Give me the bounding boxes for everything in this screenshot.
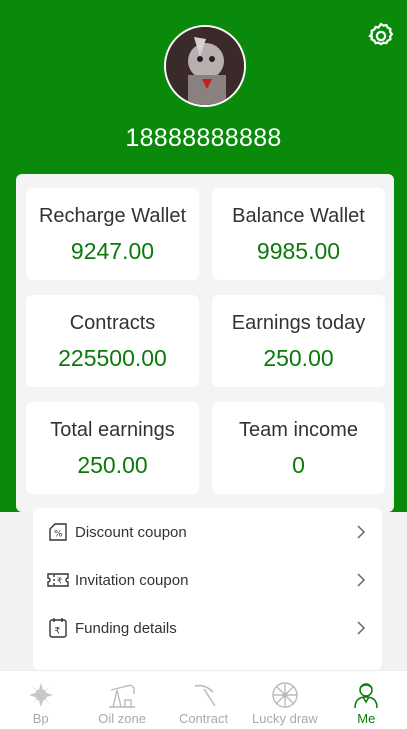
chevron-right-icon <box>357 621 366 635</box>
invitation-coupon-icon: ₹ <box>47 569 69 591</box>
menu-item-label: Funding details <box>75 619 177 637</box>
svg-text:₹: ₹ <box>55 627 61 637</box>
tab-lucky-draw[interactable]: Lucky draw <box>244 671 325 729</box>
funding-details-icon: ₹ <box>47 617 69 639</box>
wallet-panel: Recharge Wallet 9247.00 Balance Wallet 9… <box>16 174 394 512</box>
stat-label: Contracts <box>69 312 156 334</box>
bp-icon <box>26 681 56 709</box>
tab-contract[interactable]: Contract <box>163 671 244 729</box>
avatar[interactable] <box>164 25 246 107</box>
menu-item-funding-details[interactable]: ₹ Funding details <box>33 604 382 652</box>
stat-value: 250.00 <box>77 452 148 478</box>
tab-oil-zone[interactable]: Oil zone <box>81 671 162 729</box>
user-icon <box>351 681 381 709</box>
stat-value: 0 <box>292 452 305 478</box>
lucky-wheel-icon <box>270 681 300 709</box>
tab-label: Lucky draw <box>252 711 318 726</box>
tab-bp[interactable]: Bp <box>0 671 81 729</box>
svg-text:₹: ₹ <box>57 577 62 586</box>
tab-label: Bp <box>32 711 49 726</box>
stat-value: 9985.00 <box>256 238 341 264</box>
tab-label: Oil zone <box>98 711 146 726</box>
menu-item-invitation-coupon[interactable]: ₹ Invitation coupon <box>33 556 382 604</box>
gear-icon <box>368 22 394 46</box>
stat-value: 9247.00 <box>70 238 155 264</box>
stat-label: Balance Wallet <box>232 205 365 227</box>
tab-me[interactable]: Me <box>326 671 407 729</box>
stat-card-earnings-today[interactable]: Earnings today 250.00 <box>212 295 385 387</box>
stat-label: Earnings today <box>231 312 366 334</box>
bottom-tab-bar: Bp Oil zone Contract Lucky draw Me <box>0 670 407 729</box>
stat-card-team-income[interactable]: Team income 0 <box>212 402 385 494</box>
menu-item-label: Discount coupon <box>75 523 187 541</box>
stat-value: 250.00 <box>263 345 334 371</box>
pickaxe-icon <box>189 681 219 709</box>
menu-item-discount-coupon[interactable]: % Discount coupon <box>33 508 382 556</box>
phone-number: 18888888888 <box>125 124 282 152</box>
menu-item-label: Invitation coupon <box>75 571 189 589</box>
stat-label: Team income <box>239 419 358 441</box>
tab-label: Me <box>357 711 376 726</box>
stat-value: 225500.00 <box>58 345 167 371</box>
stat-card-recharge-wallet[interactable]: Recharge Wallet 9247.00 <box>26 188 199 280</box>
stat-label: Total earnings <box>50 419 175 441</box>
svg-text:%: % <box>54 530 63 540</box>
tab-label: Contract <box>178 711 229 726</box>
oil-pump-icon <box>107 681 137 709</box>
discount-coupon-icon: % <box>47 521 69 543</box>
settings-button[interactable] <box>365 20 397 52</box>
stat-card-total-earnings[interactable]: Total earnings 250.00 <box>26 402 199 494</box>
menu-list: % Discount coupon ₹ Invitation coupon ₹ … <box>33 508 382 670</box>
chevron-right-icon <box>357 573 366 587</box>
stat-card-contracts[interactable]: Contracts 225500.00 <box>26 295 199 387</box>
stat-card-balance-wallet[interactable]: Balance Wallet 9985.00 <box>212 188 385 280</box>
stat-label: Recharge Wallet <box>38 205 187 227</box>
chevron-right-icon <box>357 525 366 539</box>
